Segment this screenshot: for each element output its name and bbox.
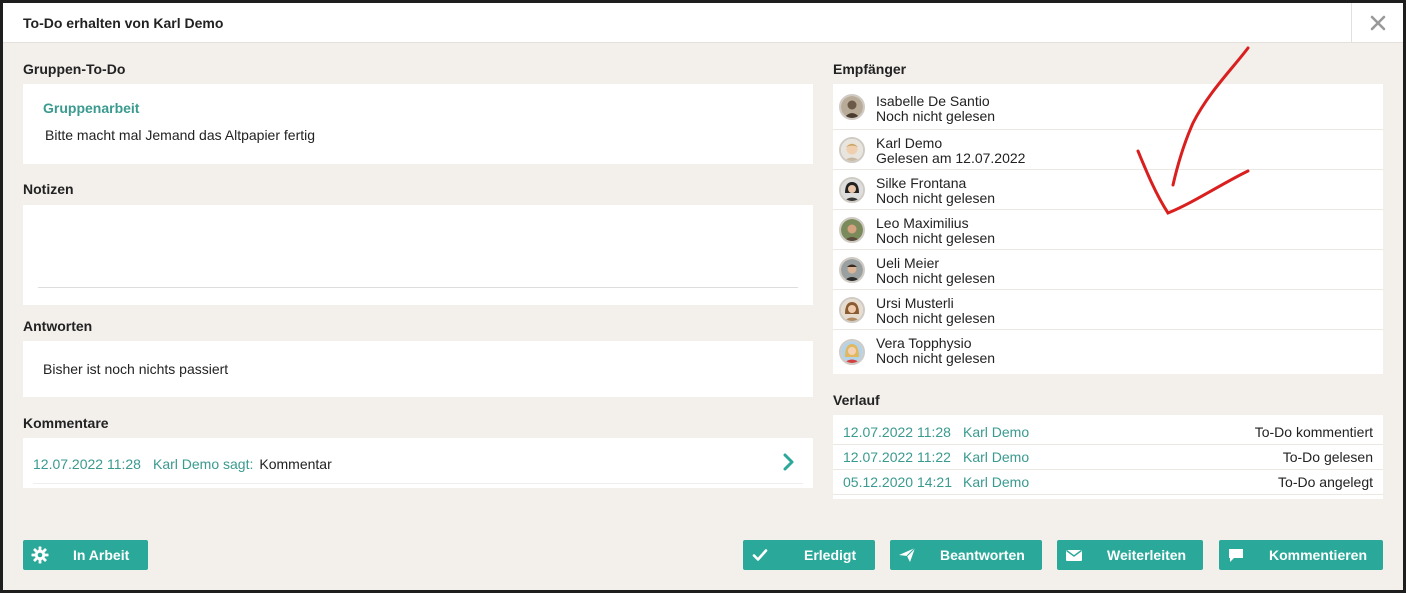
comment-open-button[interactable] (783, 453, 795, 474)
task-text: Bitte macht mal Jemand das Altpapier fer… (45, 127, 316, 143)
recipient-status: Noch nicht gelesen (876, 230, 996, 246)
comments-panel: 12.07.2022 11:28 Karl Demo sagt: Kommentar (23, 438, 813, 488)
gear-icon (31, 546, 49, 564)
reply-button[interactable]: Beantworten (890, 540, 1042, 570)
recipient-status: Gelesen am 12.07.2022 (876, 150, 1026, 166)
recipient-name: Karl Demo (876, 135, 943, 151)
comment-text: Kommentar (259, 456, 332, 472)
dialog-title: To-Do erhalten von Karl Demo (23, 15, 224, 31)
history-action: To-Do angelegt (1278, 474, 1373, 490)
recipients-label: Empfänger (833, 61, 907, 77)
recipient-status: Noch nicht gelesen (876, 108, 996, 124)
recipients-list: Isabelle De Santio Noch nicht gelesen Ka… (833, 84, 1383, 374)
history-user: Karl Demo (963, 474, 1030, 490)
in-progress-label: In Arbeit (73, 547, 130, 563)
recipient-status: Noch nicht gelesen (876, 350, 996, 366)
list-item: Vera Topphysio Noch nicht gelesen (833, 330, 1383, 374)
notes-label: Notizen (23, 181, 74, 197)
recipient-name: Silke Frontana (876, 175, 967, 191)
group-todo-label: Gruppen-To-Do (23, 61, 126, 77)
avatar (839, 93, 865, 120)
recipient-name: Isabelle De Santio (876, 93, 990, 109)
history-label: Verlauf (833, 392, 880, 408)
avatar (839, 136, 865, 163)
list-item: Isabelle De Santio Noch nicht gelesen (833, 84, 1383, 130)
close-button[interactable] (1351, 3, 1403, 43)
forward-button[interactable]: Weiterleiten (1057, 540, 1203, 570)
comment-date: 12.07.2022 11:28 (33, 456, 141, 472)
history-user: Karl Demo (963, 424, 1030, 440)
chevron-right-icon (783, 453, 794, 471)
check-icon (752, 549, 768, 561)
history-user: Karl Demo (963, 449, 1030, 465)
avatar (839, 176, 865, 203)
todo-dialog: To-Do erhalten von Karl Demo Gruppen-To-… (3, 3, 1403, 590)
dialog-header: To-Do erhalten von Karl Demo (3, 3, 1403, 43)
table-row: 12.07.2022 11:28 Karl Demo To-Do komment… (833, 420, 1383, 445)
recipient-status: Noch nicht gelesen (876, 270, 996, 286)
recipient-name: Vera Topphysio (876, 335, 972, 351)
recipient-name: Leo Maximilius (876, 215, 969, 231)
table-row: 05.12.2020 14:21 Karl Demo To-Do angeleg… (833, 470, 1383, 495)
notes-panel[interactable] (23, 205, 813, 305)
answers-label: Antworten (23, 318, 93, 334)
list-item: Karl Demo Gelesen am 12.07.2022 (833, 130, 1383, 170)
history-date: 05.12.2020 14:21 (843, 474, 952, 490)
forward-label: Weiterleiten (1107, 547, 1187, 563)
history-date: 12.07.2022 11:22 (843, 449, 951, 465)
recipient-name: Ursi Musterli (876, 295, 954, 311)
comment-row[interactable]: 12.07.2022 11:28 Karl Demo sagt: Kommentar (33, 456, 332, 472)
comment-button[interactable]: Kommentieren (1219, 540, 1383, 570)
table-row: 12.07.2022 11:22 Karl Demo To-Do gelesen (833, 445, 1383, 470)
avatar (839, 256, 865, 283)
notes-divider (38, 287, 798, 288)
done-label: Erledigt (804, 547, 857, 563)
task-title: Gruppenarbeit (43, 100, 140, 116)
recipient-status: Noch nicht gelesen (876, 310, 996, 326)
history-date: 12.07.2022 11:28 (843, 424, 951, 440)
avatar (839, 216, 865, 243)
history-panel: 12.07.2022 11:28 Karl Demo To-Do komment… (833, 415, 1383, 499)
answers-empty-text: Bisher ist noch nichts passiert (43, 361, 229, 377)
answers-panel: Bisher ist noch nichts passiert (23, 341, 813, 397)
comments-label: Kommentare (23, 415, 109, 431)
history-action: To-Do gelesen (1282, 449, 1373, 465)
list-item: Silke Frontana Noch nicht gelesen (833, 170, 1383, 210)
envelope-icon (1066, 549, 1082, 561)
comment-divider (33, 483, 803, 484)
avatar (839, 339, 865, 365)
history-action: To-Do kommentiert (1254, 424, 1373, 440)
reply-label: Beantworten (940, 547, 1025, 563)
group-todo-panel: Gruppenarbeit Bitte macht mal Jemand das… (23, 84, 813, 164)
recipient-status: Noch nicht gelesen (876, 190, 996, 206)
speech-bubble-icon (1229, 549, 1243, 562)
comment-user: Karl Demo sagt: (153, 456, 254, 472)
comment-label: Kommentieren (1269, 547, 1368, 563)
avatar (839, 296, 865, 323)
recipient-name: Ueli Meier (876, 255, 940, 271)
list-item: Leo Maximilius Noch nicht gelesen (833, 210, 1383, 250)
in-progress-button[interactable]: In Arbeit (23, 540, 148, 570)
list-item: Ueli Meier Noch nicht gelesen (833, 250, 1383, 290)
list-item: Ursi Musterli Noch nicht gelesen (833, 290, 1383, 330)
done-button[interactable]: Erledigt (743, 540, 875, 570)
close-icon (1370, 15, 1385, 31)
paper-plane-icon (899, 547, 916, 562)
